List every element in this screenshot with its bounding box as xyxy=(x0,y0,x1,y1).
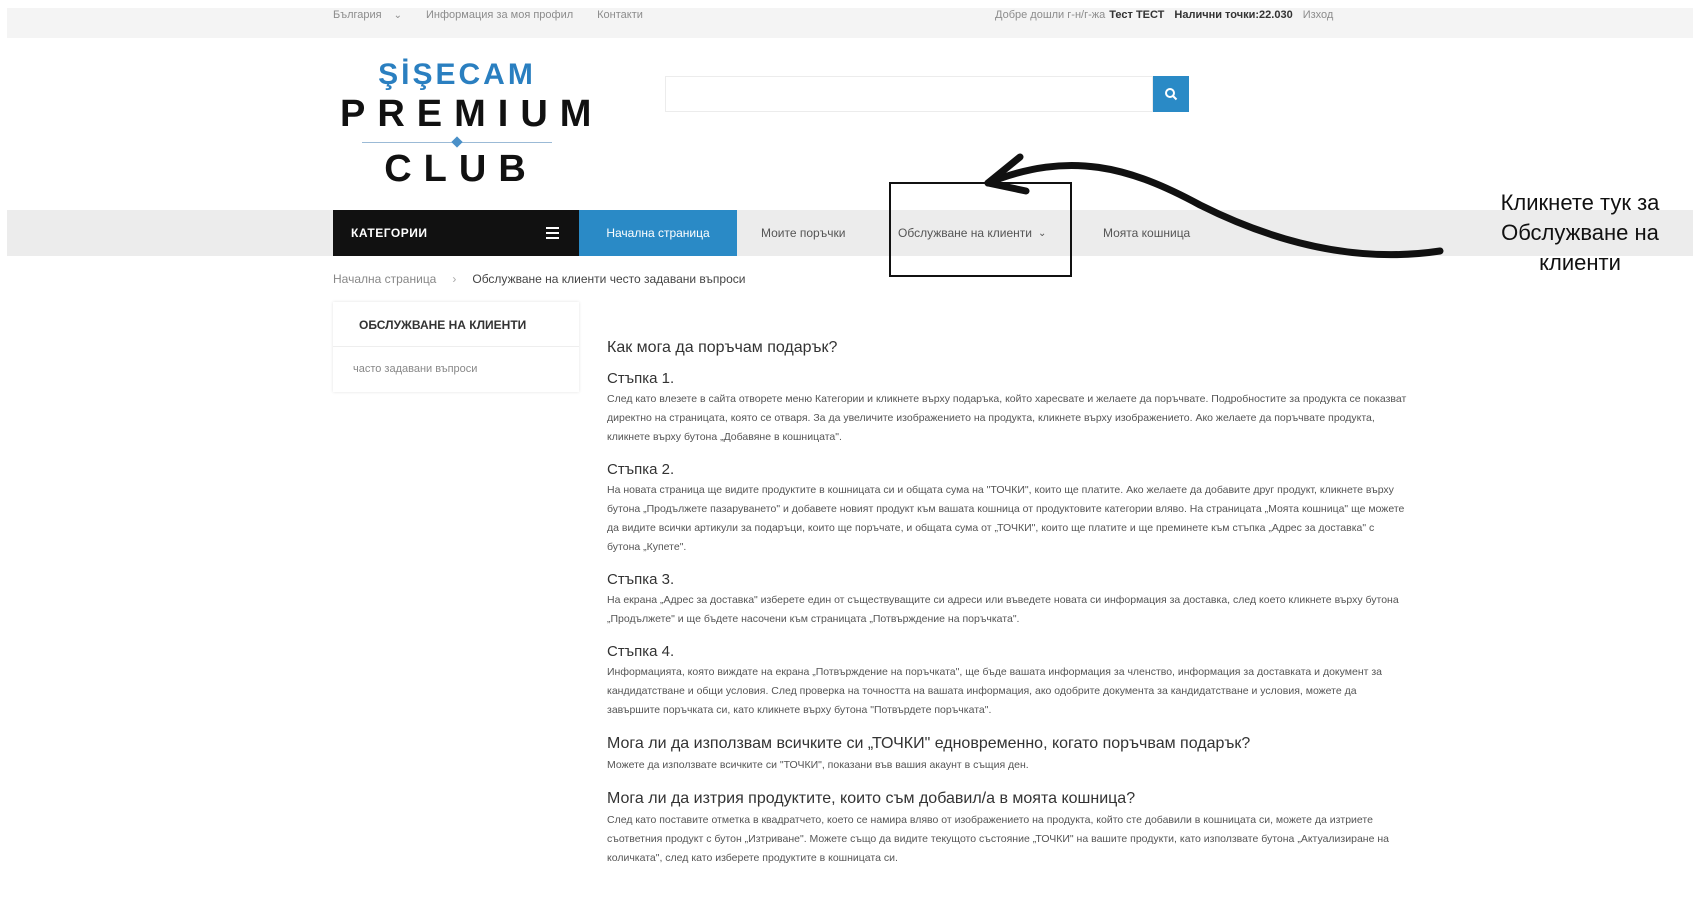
profile-link[interactable]: Информация за моя профил xyxy=(426,9,573,21)
arrow-annotation-icon xyxy=(984,153,1444,259)
faq-question-title: Мога ли да изтрия продуктите, които съм … xyxy=(607,790,1136,807)
nav-home-label: Начална страница xyxy=(606,226,710,240)
logo-club: CLUB xyxy=(384,148,538,190)
breadcrumb-current: Обслужване на клиенти често задавани въп… xyxy=(472,272,746,286)
nav-orders[interactable]: Моите поръчки xyxy=(761,210,845,256)
search-input[interactable] xyxy=(665,76,1153,112)
annotation-line-1: Кликнете тук за xyxy=(1500,190,1660,215)
step-text: След като влезете в сайта отворете меню … xyxy=(607,393,1407,443)
faq-content: Как мога да поръчам подарък? Стъпка 1. С… xyxy=(607,338,1407,882)
nav-home[interactable]: Начална страница xyxy=(579,210,737,256)
menu-icon xyxy=(546,227,559,239)
faq-answer: Можете да използвате всичките си "ТОЧКИ"… xyxy=(607,759,1029,771)
faq-question: Как мога да поръчам подарък? xyxy=(607,338,1407,358)
search-box xyxy=(665,76,1153,112)
breadcrumb-home[interactable]: Начална страница xyxy=(333,272,436,286)
language-selector[interactable]: България ⌄ xyxy=(333,9,402,21)
faq-answer: След като поставите отметка в квадратчет… xyxy=(607,814,1389,864)
nav-orders-label: Моите поръчки xyxy=(761,226,846,240)
sidebar: ОБСЛУЖВАНЕ НА КЛИЕНТИ часто задавани въп… xyxy=(333,302,579,392)
user-name: Тест ТЕСТ xyxy=(1109,9,1165,21)
step-title: Стъпка 3. xyxy=(607,571,675,588)
language-label: България xyxy=(333,9,382,21)
sidebar-title: ОБСЛУЖВАНЕ НА КЛИЕНТИ xyxy=(333,302,579,347)
step-text: На новата страница ще видите продуктите … xyxy=(607,484,1405,553)
annotation-line-2: Обслужване на xyxy=(1501,220,1659,245)
search-icon xyxy=(1165,88,1178,101)
contacts-link[interactable]: Контакти xyxy=(597,9,643,21)
faq-step: Стъпка 4. Информацията, която виждате на… xyxy=(607,643,1407,720)
faq-step: Стъпка 2. На новата страница ще видите п… xyxy=(607,461,1407,557)
search-button[interactable] xyxy=(1153,76,1189,112)
categories-menu-button[interactable]: КАТЕГОРИИ xyxy=(333,210,579,256)
breadcrumb: Начална страница › Обслужване на клиенти… xyxy=(333,272,745,286)
faq-step: Стъпка 3. На екрана „Адрес за доставка" … xyxy=(607,571,1407,629)
site-logo[interactable]: ŞİŞECAM PREMIUM CLUB xyxy=(332,58,604,190)
step-text: Информацията, която виждате на екрана „П… xyxy=(607,666,1383,716)
top-bar-right: Добре дошли г-н/г-жа Тест ТЕСТ Налични т… xyxy=(995,0,1341,30)
step-text: На екрана „Адрес за доставка" изберете е… xyxy=(607,594,1399,625)
faq-question: Мога ли да изтрия продуктите, които съм … xyxy=(607,789,1407,868)
logo-divider xyxy=(362,136,552,148)
top-bar-left: България ⌄ Информация за моя профил Конт… xyxy=(333,0,667,30)
chevron-right-icon: › xyxy=(452,272,457,286)
logo-premium: PREMIUM xyxy=(340,93,604,135)
chevron-down-icon: ⌄ xyxy=(393,9,403,21)
diamond-icon xyxy=(451,136,463,148)
faq-question-title: Мога ли да използвам всичките си „ТОЧКИ"… xyxy=(607,735,1251,752)
logout-link[interactable]: Изход xyxy=(1303,9,1334,21)
faq-question: Мога ли да използвам всичките си „ТОЧКИ"… xyxy=(607,734,1407,775)
annotation-text: Кликнете тук за Обслужване на клиенти xyxy=(1465,188,1693,278)
step-title: Стъпка 4. xyxy=(607,643,675,660)
step-title: Стъпка 1. xyxy=(607,370,675,387)
faq-question-title: Как мога да поръчам подарък? xyxy=(607,339,838,356)
categories-label: КАТЕГОРИИ xyxy=(351,226,428,240)
welcome-text: Добре дошли г-н/г-жа xyxy=(995,9,1106,21)
sidebar-item-faq[interactable]: часто задавани въпроси xyxy=(333,347,579,375)
step-title: Стъпка 2. xyxy=(607,461,675,478)
annotation-line-3: клиенти xyxy=(1539,250,1621,275)
top-bar xyxy=(7,8,1693,38)
logo-brand: ŞİŞECAM xyxy=(378,58,536,91)
faq-step: Стъпка 1. След като влезете в сайта отво… xyxy=(607,370,1407,447)
points-balance: Налични точки:22.030 xyxy=(1174,9,1293,21)
